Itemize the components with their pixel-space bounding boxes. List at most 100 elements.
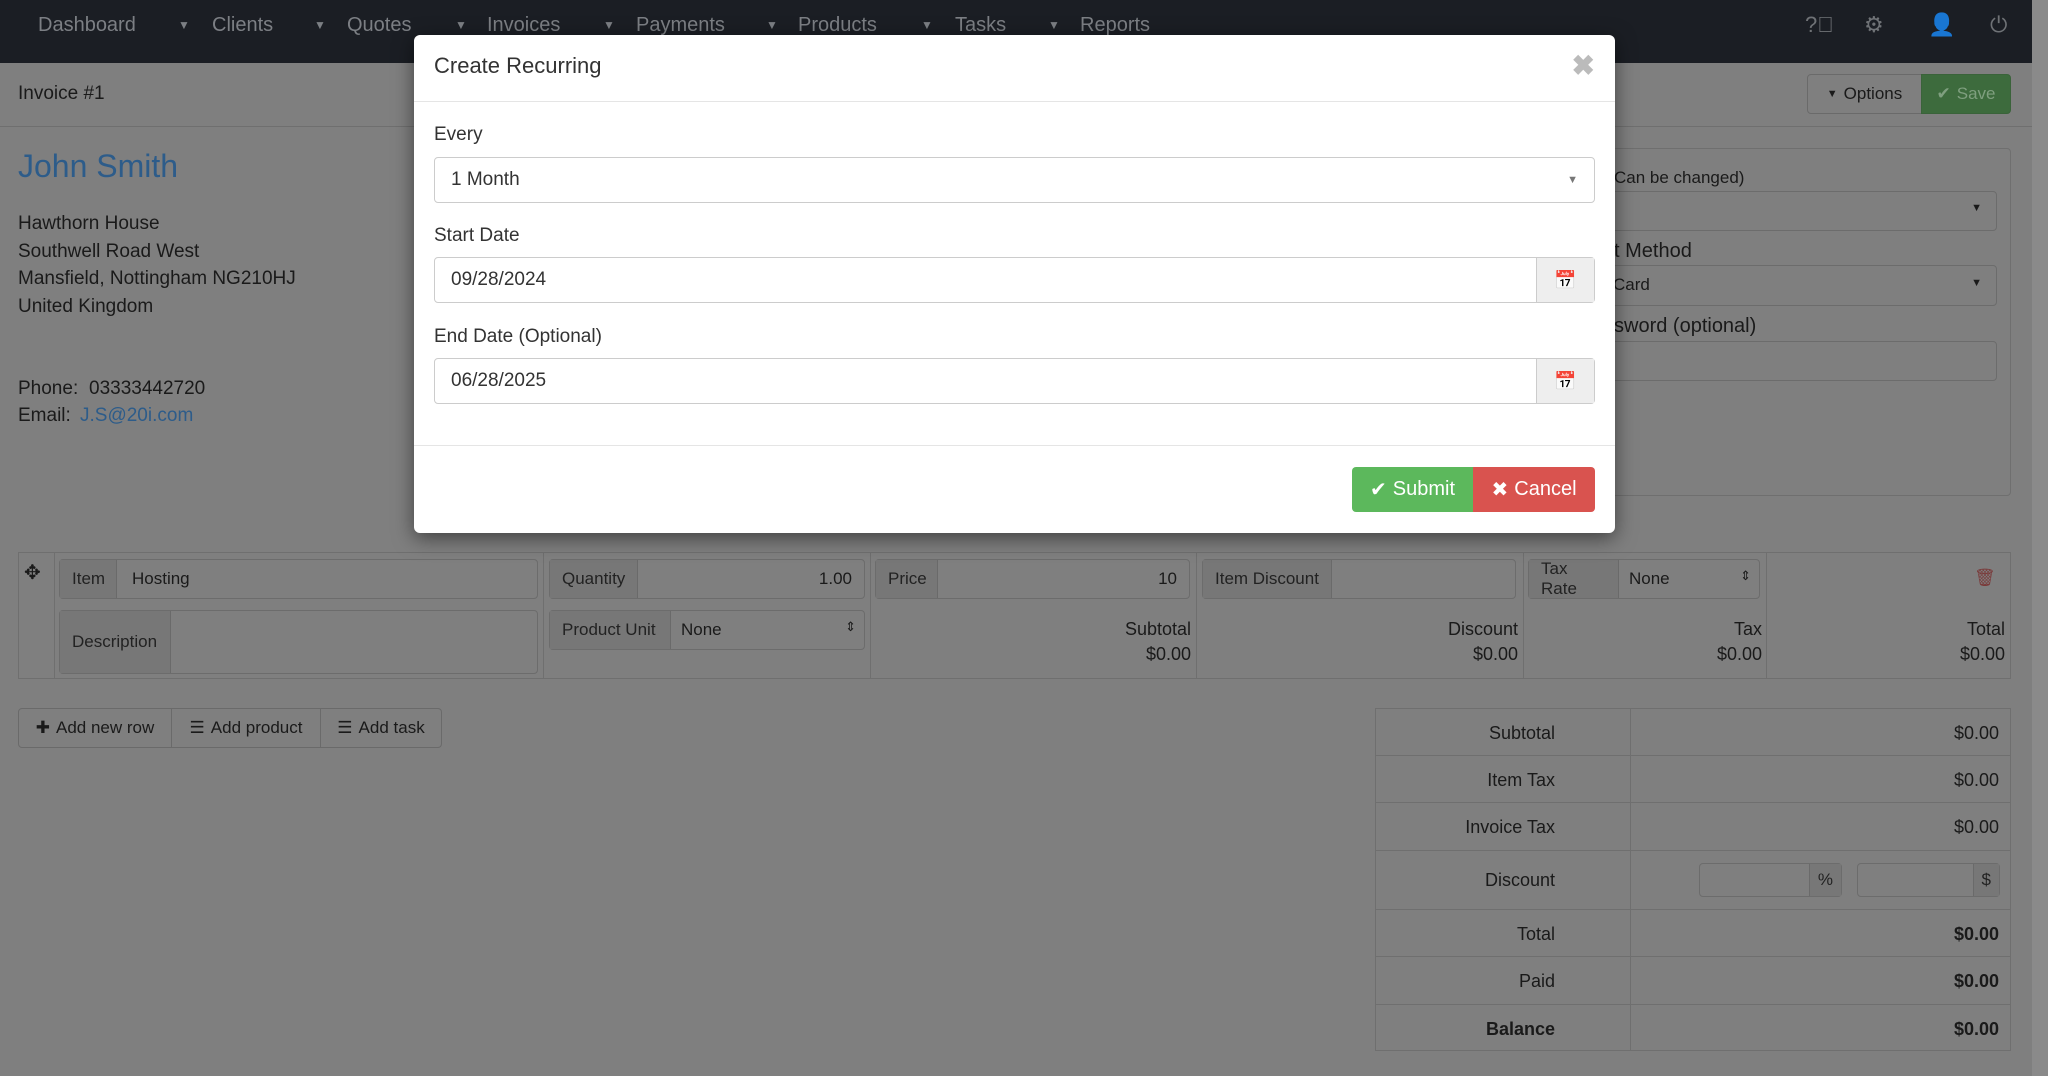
nav-products[interactable]: Products	[798, 14, 877, 37]
client-name[interactable]: John Smith	[18, 148, 178, 185]
percent-addon: %	[1808, 864, 1841, 896]
divider	[414, 445, 1615, 446]
caret-down-icon[interactable]: ▼	[314, 18, 326, 32]
totals-value: $0.00	[1953, 1019, 1999, 1039]
plus-icon: ✚	[35, 718, 50, 737]
totals-discount-row: Discount % $	[1375, 850, 2011, 909]
cancel-label: Cancel	[1514, 478, 1577, 500]
caret-down-icon[interactable]: ▼	[455, 18, 467, 32]
address-line: United Kingdom	[18, 296, 154, 317]
row-tax-label: Tax	[1733, 619, 1762, 639]
close-icon: ✖	[1491, 479, 1509, 501]
row-subtotal-value: $0.00	[1145, 644, 1191, 664]
caret-down-icon[interactable]: ▼	[766, 18, 778, 32]
divider	[543, 552, 544, 679]
nav-quotes[interactable]: Quotes	[347, 14, 411, 37]
totals-subtotal-row: Subtotal $0.00	[1375, 708, 2011, 755]
options-button[interactable]: ▼ Options	[1807, 74, 1922, 114]
help-icon[interactable]: ?⃝	[1805, 12, 1834, 38]
price-input[interactable]: Price 10	[875, 559, 1190, 599]
select-field[interactable]: ▼	[1600, 191, 1997, 231]
quantity-value: 1.00	[818, 569, 852, 588]
modal-title: Create Recurring	[434, 53, 602, 78]
every-value: 1 Month	[451, 169, 520, 190]
end-date-input[interactable]: 06/28/2025 📅	[434, 358, 1595, 404]
quantity-label: Quantity	[550, 560, 638, 598]
check-icon: ✔	[1936, 84, 1951, 103]
add-task-label: Add task	[358, 718, 425, 737]
close-icon[interactable]: ✖	[1572, 49, 1595, 82]
totals-label: Discount	[1484, 870, 1555, 890]
end-date-label: End Date (Optional)	[434, 326, 602, 347]
calendar-icon[interactable]: 📅	[1536, 359, 1594, 403]
add-product-button[interactable]: ☰ Add product	[171, 708, 321, 748]
divider	[1766, 552, 1767, 679]
row-discount-label: Discount	[1447, 619, 1518, 639]
submit-label: Submit	[1392, 478, 1455, 500]
check-icon: ✔	[1369, 479, 1387, 501]
email-link[interactable]: J.S@20i.com	[80, 405, 193, 427]
discount-percent-input[interactable]: %	[1699, 863, 1842, 897]
drag-handle-icon[interactable]: ✥	[24, 560, 41, 585]
totals-value: $0.00	[1953, 924, 1999, 944]
row-total-label: Total	[1966, 619, 2005, 639]
item-value: Hosting	[132, 569, 190, 588]
product-unit-label: Product Unit	[550, 611, 671, 649]
start-date-input[interactable]: 09/28/2024 📅	[434, 257, 1595, 303]
user-icon[interactable]: 👤	[1928, 12, 1955, 38]
item-input[interactable]: Item Hosting	[59, 559, 538, 599]
nav-tasks[interactable]: Tasks	[955, 14, 1006, 37]
database-icon: ☰	[337, 718, 353, 737]
trash-icon[interactable]: 🗑	[1974, 568, 1996, 588]
item-discount-input[interactable]: Item Discount	[1202, 559, 1516, 599]
add-task-button[interactable]: ☰ Add task	[320, 708, 442, 748]
dollar-addon: $	[1972, 864, 1999, 896]
item-label: Item	[60, 560, 117, 598]
tax-rate-select[interactable]: Tax Rate None ⇕	[1528, 559, 1760, 599]
nav-dashboard[interactable]: Dashboard	[38, 14, 136, 37]
divider	[414, 101, 1615, 102]
start-date-value: 09/28/2024	[451, 269, 547, 290]
save-label: Save	[1956, 84, 1996, 103]
divider	[870, 552, 871, 679]
caret-down-icon: ▼	[1567, 174, 1578, 186]
caret-down-icon[interactable]: ▼	[603, 18, 615, 32]
payment-method-value: Card	[1613, 275, 1650, 294]
row-discount-value: $0.00	[1472, 644, 1518, 664]
save-button[interactable]: ✔ Save	[1921, 74, 2011, 114]
address-line: Hawthorn House	[18, 213, 160, 234]
nav-reports[interactable]: Reports	[1080, 14, 1150, 37]
nav-invoices[interactable]: Invoices	[487, 14, 560, 37]
description-label: Description	[60, 611, 171, 673]
caret-down-icon[interactable]: ▼	[178, 18, 190, 32]
totals-item-tax-row: Item Tax $0.00	[1375, 755, 2011, 802]
row-tax-value: $0.00	[1716, 644, 1762, 664]
nav-clients[interactable]: Clients	[212, 14, 273, 37]
phone-value: 03333442720	[89, 378, 206, 399]
power-icon[interactable]: ⏻	[1990, 12, 2007, 38]
description-textarea[interactable]: Description	[59, 610, 538, 674]
product-unit-value: None	[681, 620, 722, 639]
calendar-icon[interactable]: 📅	[1536, 258, 1594, 302]
totals-label: Subtotal	[1488, 723, 1555, 743]
caret-down-icon[interactable]: ▼	[1048, 18, 1060, 32]
totals-total-row: Total $0.00	[1375, 909, 2011, 956]
scrollbar[interactable]	[2032, 0, 2048, 1076]
row-total-value: $0.00	[1959, 644, 2005, 664]
price-label: Price	[876, 560, 938, 598]
password-input[interactable]	[1600, 341, 1997, 381]
submit-button[interactable]: ✔ Submit	[1352, 467, 1473, 512]
cancel-button[interactable]: ✖ Cancel	[1473, 467, 1595, 512]
discount-amount-input[interactable]: $	[1857, 863, 2000, 897]
payment-method-select[interactable]: Card ▼	[1600, 265, 1997, 306]
caret-down-icon[interactable]: ▼	[921, 18, 933, 32]
address-line: Mansfield, Nottingham NG210HJ	[18, 268, 296, 289]
phone-label: Phone:	[18, 378, 79, 399]
every-select[interactable]: 1 Month ▼	[434, 157, 1595, 203]
quantity-input[interactable]: Quantity 1.00	[549, 559, 865, 599]
add-new-row-button[interactable]: ✚ Add new row	[18, 708, 172, 748]
settings-icon[interactable]: ⚙	[1864, 12, 1884, 38]
nav-payments[interactable]: Payments	[636, 14, 725, 37]
product-unit-select[interactable]: Product Unit None ⇕	[549, 610, 865, 650]
totals-label: Balance	[1485, 1019, 1555, 1039]
